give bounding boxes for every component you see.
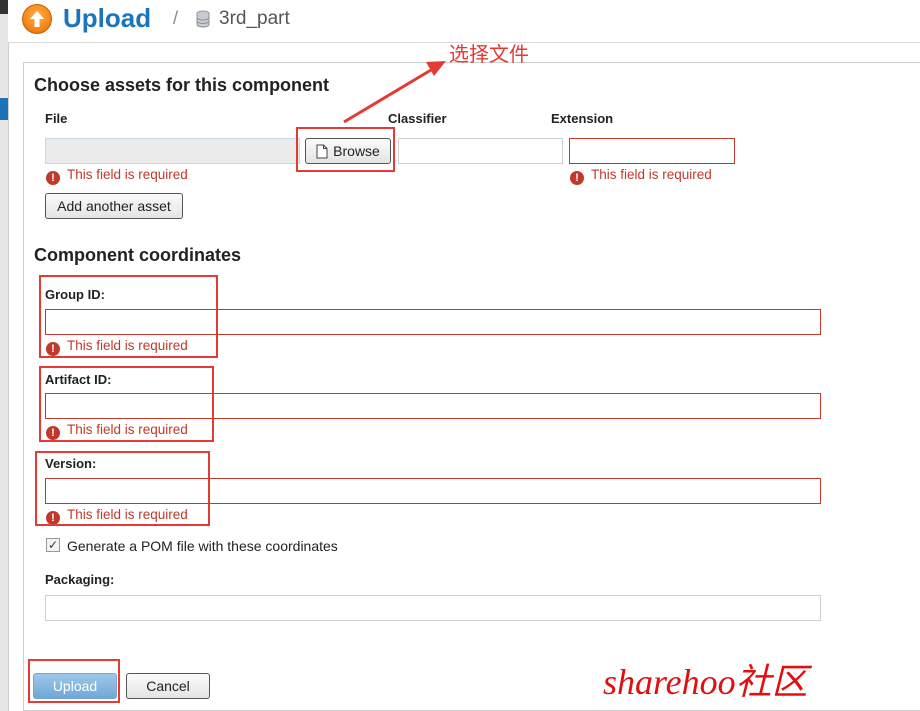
cancel-button[interactable]: Cancel — [126, 673, 210, 699]
annotation-box-artifact-id — [39, 366, 214, 442]
add-asset-button[interactable]: Add another asset — [45, 193, 183, 219]
left-nav-top — [0, 0, 8, 14]
upload-circle-icon — [22, 4, 52, 34]
breadcrumb-separator: / — [173, 8, 179, 28]
classifier-field[interactable] — [398, 138, 563, 164]
annotation-note: 选择文件 — [449, 42, 529, 66]
annotation-box-version — [35, 451, 210, 526]
annotation-box-browse — [296, 127, 395, 172]
left-nav-active-indicator — [0, 98, 8, 120]
header: Upload / 3rd_part — [8, 0, 920, 43]
annotation-arrow — [343, 61, 446, 124]
pom-checkbox-label[interactable]: Generate a POM file with these coordinat… — [67, 538, 338, 554]
packaging-field[interactable] — [45, 595, 821, 621]
assets-heading: Choose assets for this component — [34, 75, 330, 95]
pom-checkbox[interactable]: ✓ — [46, 538, 60, 552]
file-error-text: This field is required — [67, 167, 188, 182]
annotation-box-upload — [28, 659, 120, 703]
extension-error-text: This field is required — [591, 167, 712, 182]
file-label: File — [45, 111, 68, 126]
extension-label: Extension — [551, 111, 614, 126]
extension-field[interactable] — [569, 138, 735, 164]
page-title: Upload — [63, 3, 152, 33]
watermark: sharehoo社区 — [603, 662, 808, 702]
database-icon — [196, 10, 210, 28]
file-error: ! This field is required — [46, 167, 188, 185]
file-field[interactable] — [45, 138, 300, 164]
coordinates-heading: Component coordinates — [34, 245, 242, 265]
packaging-label: Packaging: — [45, 572, 115, 587]
breadcrumb-repository[interactable]: 3rd_part — [219, 8, 290, 30]
annotation-box-group-id — [39, 275, 218, 358]
exclamation-icon: ! — [570, 171, 584, 185]
left-nav-strip — [0, 0, 9, 711]
exclamation-icon: ! — [46, 171, 60, 185]
extension-error: ! This field is required — [570, 167, 712, 185]
